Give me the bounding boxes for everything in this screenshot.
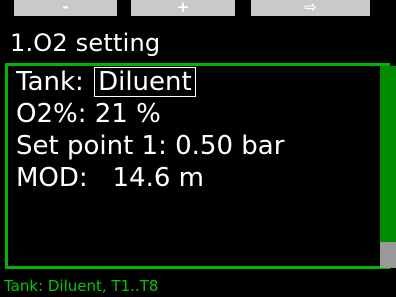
page-title: 1.O2 setting	[10, 29, 161, 57]
scrollbar-thumb[interactable]	[380, 242, 396, 268]
setpoint-label: Set point 1:	[16, 131, 176, 161]
o2-label: O2%:	[16, 99, 95, 129]
mod-row: MOD: 14.6 m	[16, 162, 284, 194]
setpoint-value[interactable]: 0.50 bar	[175, 131, 284, 161]
mod-label: MOD:	[16, 163, 113, 193]
tank-label: Tank:	[16, 67, 93, 97]
o2-value[interactable]: 21 %	[95, 99, 161, 129]
minus-button[interactable]: -	[14, 0, 117, 16]
next-button[interactable]: ⇨	[251, 0, 370, 16]
settings-list: Tank: Diluent O2%: 21 % Set point 1: 0.5…	[16, 66, 284, 194]
scrollbar-track[interactable]	[380, 66, 396, 268]
setpoint-row: Set point 1: 0.50 bar	[16, 130, 284, 162]
softkey-bar: - + ⇨	[0, 0, 396, 27]
mod-value: 14.6 m	[112, 163, 204, 193]
minus-button-label: -	[62, 0, 69, 16]
plus-button-label: +	[176, 0, 190, 16]
plus-button[interactable]: +	[131, 0, 235, 16]
tank-row: Tank: Diluent	[16, 66, 284, 98]
o2-row: O2%: 21 %	[16, 98, 284, 130]
settings-panel: Tank: Diluent O2%: 21 % Set point 1: 0.5…	[5, 63, 396, 269]
tank-value-selected[interactable]: Diluent	[94, 67, 196, 97]
arrow-right-icon: ⇨	[304, 0, 317, 16]
hint-text: Tank: Diluent, T1..T8	[4, 277, 159, 295]
